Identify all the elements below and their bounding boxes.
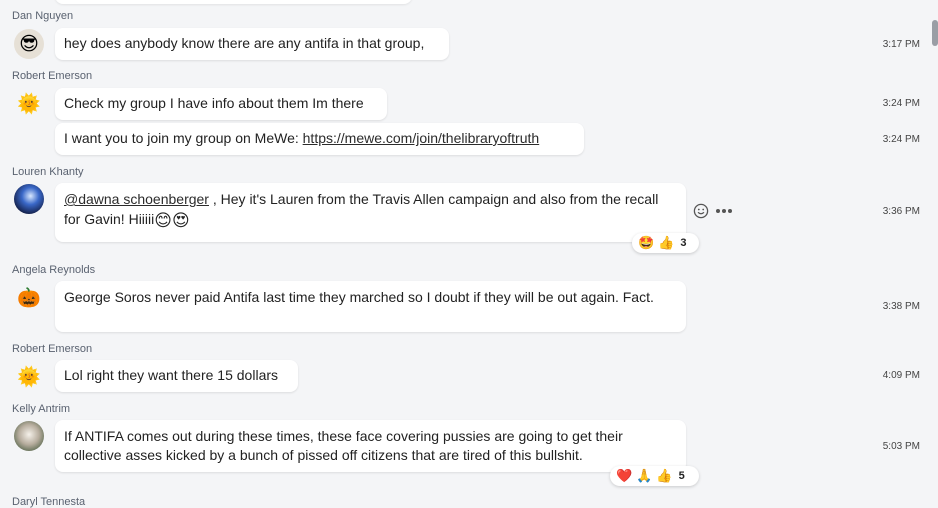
message-bubble[interactable]: If ANTIFA comes out during these times, … <box>55 420 686 472</box>
avatar-kelly-antrim[interactable] <box>14 421 44 451</box>
message-bubble[interactable]: I want you to join my group on MeWe: htt… <box>55 123 584 155</box>
author-name[interactable]: Daryl Tennesta <box>12 496 85 508</box>
message-time: 3:17 PM <box>882 39 920 50</box>
message-time: 4:09 PM <box>882 370 920 381</box>
message-time: 5:03 PM <box>882 441 920 452</box>
author-name[interactable]: Robert Emerson <box>12 343 92 355</box>
avatar-robert-emerson[interactable]: 🌞 <box>14 89 44 119</box>
folded-hands-emoji: 🙏 <box>636 468 653 483</box>
message-bubble[interactable]: @dawna schoenberger , Hey it's Lauren fr… <box>55 183 686 242</box>
reaction-count: 5 <box>678 470 685 482</box>
message-time: 3:24 PM <box>882 134 920 145</box>
jack-o-lantern-icon: 🎃 <box>17 288 41 309</box>
message-bubble[interactable]: hey does anybody know there are any anti… <box>55 28 449 60</box>
message-text: Lol right they want there 15 dollars <box>64 367 279 383</box>
message-tools <box>693 203 733 219</box>
avatar-louren-khanty[interactable] <box>14 184 44 214</box>
thumbs-up-emoji: 👍 <box>658 235 675 250</box>
reaction-pill[interactable]: ❤️ 🙏 👍 5 <box>610 466 699 486</box>
sun-face-icon: 🌞 <box>17 367 41 388</box>
thumbs-up-emoji: 👍 <box>656 468 673 483</box>
message-text: If ANTIFA comes out during these times, … <box>64 428 623 463</box>
message-time: 3:38 PM <box>882 301 920 312</box>
author-name[interactable]: Robert Emerson <box>12 70 92 82</box>
sun-face-icon: 🌞 <box>17 94 41 115</box>
message-bubble[interactable]: Lol right they want there 15 dollars <box>55 360 298 392</box>
avatar-dan-nguyen[interactable]: 😎 <box>14 29 44 59</box>
mention-link[interactable]: @dawna schoenberger <box>64 191 209 207</box>
star-struck-emoji: 🤩 <box>638 235 655 250</box>
author-name[interactable]: Angela Reynolds <box>12 264 95 276</box>
author-name[interactable]: Kelly Antrim <box>12 403 70 415</box>
avatar-angela-reynolds[interactable]: 🎃 <box>14 283 44 313</box>
red-heart-emoji: ❤️ <box>616 468 633 483</box>
reaction-count: 3 <box>680 237 687 249</box>
smiling-face-emoji: 😊 <box>154 211 172 230</box>
previous-message-bubble-edge <box>55 0 412 4</box>
more-dots-icon[interactable] <box>715 208 733 214</box>
author-name[interactable]: Louren Khanty <box>12 166 84 178</box>
message-text: hey does anybody know there are any anti… <box>64 35 425 51</box>
group-join-link[interactable]: https://mewe.com/join/thelibraryoftruth <box>303 130 540 146</box>
message-time: 3:24 PM <box>882 98 920 109</box>
message-bubble[interactable]: George Soros never paid Antifa last time… <box>55 281 686 332</box>
reaction-pill[interactable]: 🤩 👍 3 <box>632 233 699 253</box>
message-text: Check my group I have info about them Im… <box>64 95 364 111</box>
message-bubble[interactable]: Check my group I have info about them Im… <box>55 88 387 120</box>
message-text: George Soros never paid Antifa last time… <box>64 289 654 305</box>
avatar-robert-emerson[interactable]: 🌞 <box>14 362 44 392</box>
author-name[interactable]: Dan Nguyen <box>12 10 73 22</box>
sunglasses-face-icon: 😎 <box>19 33 39 55</box>
smiley-outline-icon[interactable] <box>693 203 709 219</box>
scrollbar-thumb[interactable] <box>932 20 938 46</box>
heart-eyes-emoji: 😍 <box>171 211 190 230</box>
message-text: I want you to join my group on MeWe: <box>64 130 303 146</box>
message-time: 3:36 PM <box>882 206 920 217</box>
